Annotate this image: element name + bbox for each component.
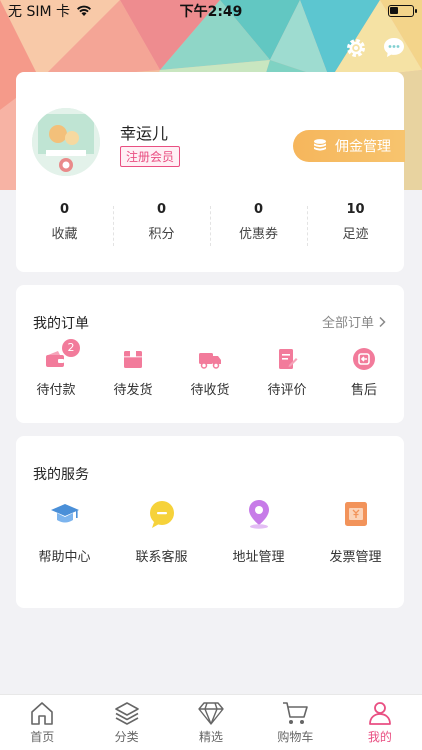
tab-mine[interactable]: 我的 (338, 695, 422, 750)
home-icon (31, 702, 54, 725)
cart-icon (283, 702, 309, 724)
order-label: 待发货 (113, 383, 153, 398)
stat-label: 足迹 (342, 227, 369, 242)
services-card: 我的服务 帮助中心 联系客服 地址管理 发票管理 (16, 436, 404, 608)
truck-icon (199, 353, 221, 369)
order-pending-payment[interactable]: 2 待付款 (34, 339, 80, 398)
tab-label: 购物车 (277, 730, 314, 744)
settings-gear-icon[interactable] (344, 36, 368, 60)
order-pending-review[interactable]: 待评价 (265, 347, 309, 398)
tab-home[interactable]: 首页 (0, 695, 84, 750)
commission-label: 佣金管理 (335, 139, 391, 155)
service-label: 帮助中心 (38, 550, 91, 565)
battery-icon (388, 5, 417, 17)
status-bar: 无 SIM 卡 下午2:49 (0, 0, 422, 22)
stat-label: 优惠券 (238, 227, 278, 242)
tab-label: 我的 (367, 730, 392, 744)
profile-card: 幸运儿 注册会员 佣金管理 0 收藏 0 积分 0 优惠券 10 足迹 (16, 72, 405, 272)
tab-label: 分类 (114, 730, 139, 744)
coins-icon (314, 139, 326, 151)
order-label: 待付款 (36, 383, 76, 398)
order-label: 待收货 (190, 383, 230, 398)
order-label: 待评价 (267, 383, 307, 398)
stat-footprints[interactable]: 10 足迹 (307, 202, 404, 246)
tab-label: 首页 (30, 730, 55, 744)
member-badge: 注册会员 (120, 146, 181, 167)
layers-icon (114, 702, 139, 725)
avatar[interactable] (32, 108, 100, 176)
service-label: 发票管理 (329, 550, 382, 565)
service-label: 地址管理 (232, 550, 285, 565)
stat-label: 积分 (148, 227, 175, 242)
chat-bubble-icon (149, 501, 174, 528)
all-orders-link[interactable]: 全部订单 (322, 312, 386, 331)
message-icon[interactable] (382, 36, 406, 60)
stat-value: 0 (59, 202, 70, 217)
order-pending-shipment[interactable]: 待发货 (111, 347, 155, 398)
stat-value: 0 (156, 202, 167, 217)
services-title: 我的服务 (33, 467, 89, 483)
orders-card: 我的订单 全部订单 2 待付款 待发货 待收货 待评价 售后 (16, 285, 404, 423)
service-address-management[interactable]: 地址管理 (210, 498, 307, 565)
diamond-icon (198, 702, 224, 725)
stat-label: 收藏 (51, 227, 78, 242)
invoice-icon (344, 502, 367, 526)
graduation-cap-icon (50, 504, 79, 523)
bottom-tab-bar: 首页 分类 精选 购物车 我的 (0, 694, 422, 750)
stat-points[interactable]: 0 积分 (113, 202, 210, 246)
order-after-sale[interactable]: 售后 (342, 347, 386, 398)
location-pin-icon (248, 500, 269, 529)
user-icon (368, 702, 391, 725)
service-help-center[interactable]: 帮助中心 (16, 498, 113, 565)
box-icon (124, 351, 142, 368)
orders-title: 我的订单 (33, 316, 89, 332)
wifi-icon (77, 5, 91, 16)
service-invoice-management[interactable]: 发票管理 (307, 498, 404, 565)
chevron-right-icon (379, 316, 386, 327)
username: 幸运儿 (120, 124, 169, 143)
service-contact-support[interactable]: 联系客服 (113, 498, 210, 565)
review-icon (279, 349, 298, 369)
after-sale-icon (353, 348, 375, 370)
stats-row: 0 收藏 0 积分 0 优惠券 10 足迹 (16, 202, 404, 246)
tab-label: 精选 (199, 730, 224, 744)
tab-category[interactable]: 分类 (84, 695, 168, 750)
all-orders-label: 全部订单 (321, 316, 374, 331)
service-label: 联系客服 (135, 550, 188, 565)
order-pending-receipt[interactable]: 待收货 (188, 347, 232, 398)
carrier-label: 无 SIM 卡 (8, 4, 70, 20)
stat-value: 0 (253, 202, 264, 217)
pending-payment-badge: 2 (62, 339, 80, 357)
clock: 下午2:49 (179, 4, 243, 20)
order-label: 售后 (350, 383, 377, 398)
commission-button[interactable]: 佣金管理 (293, 130, 405, 162)
stat-value: 10 (346, 202, 365, 217)
stat-favorites[interactable]: 0 收藏 (16, 202, 113, 242)
stat-coupons[interactable]: 0 优惠券 (210, 202, 307, 246)
tab-featured[interactable]: 精选 (169, 695, 253, 750)
tab-cart[interactable]: 购物车 (253, 695, 337, 750)
